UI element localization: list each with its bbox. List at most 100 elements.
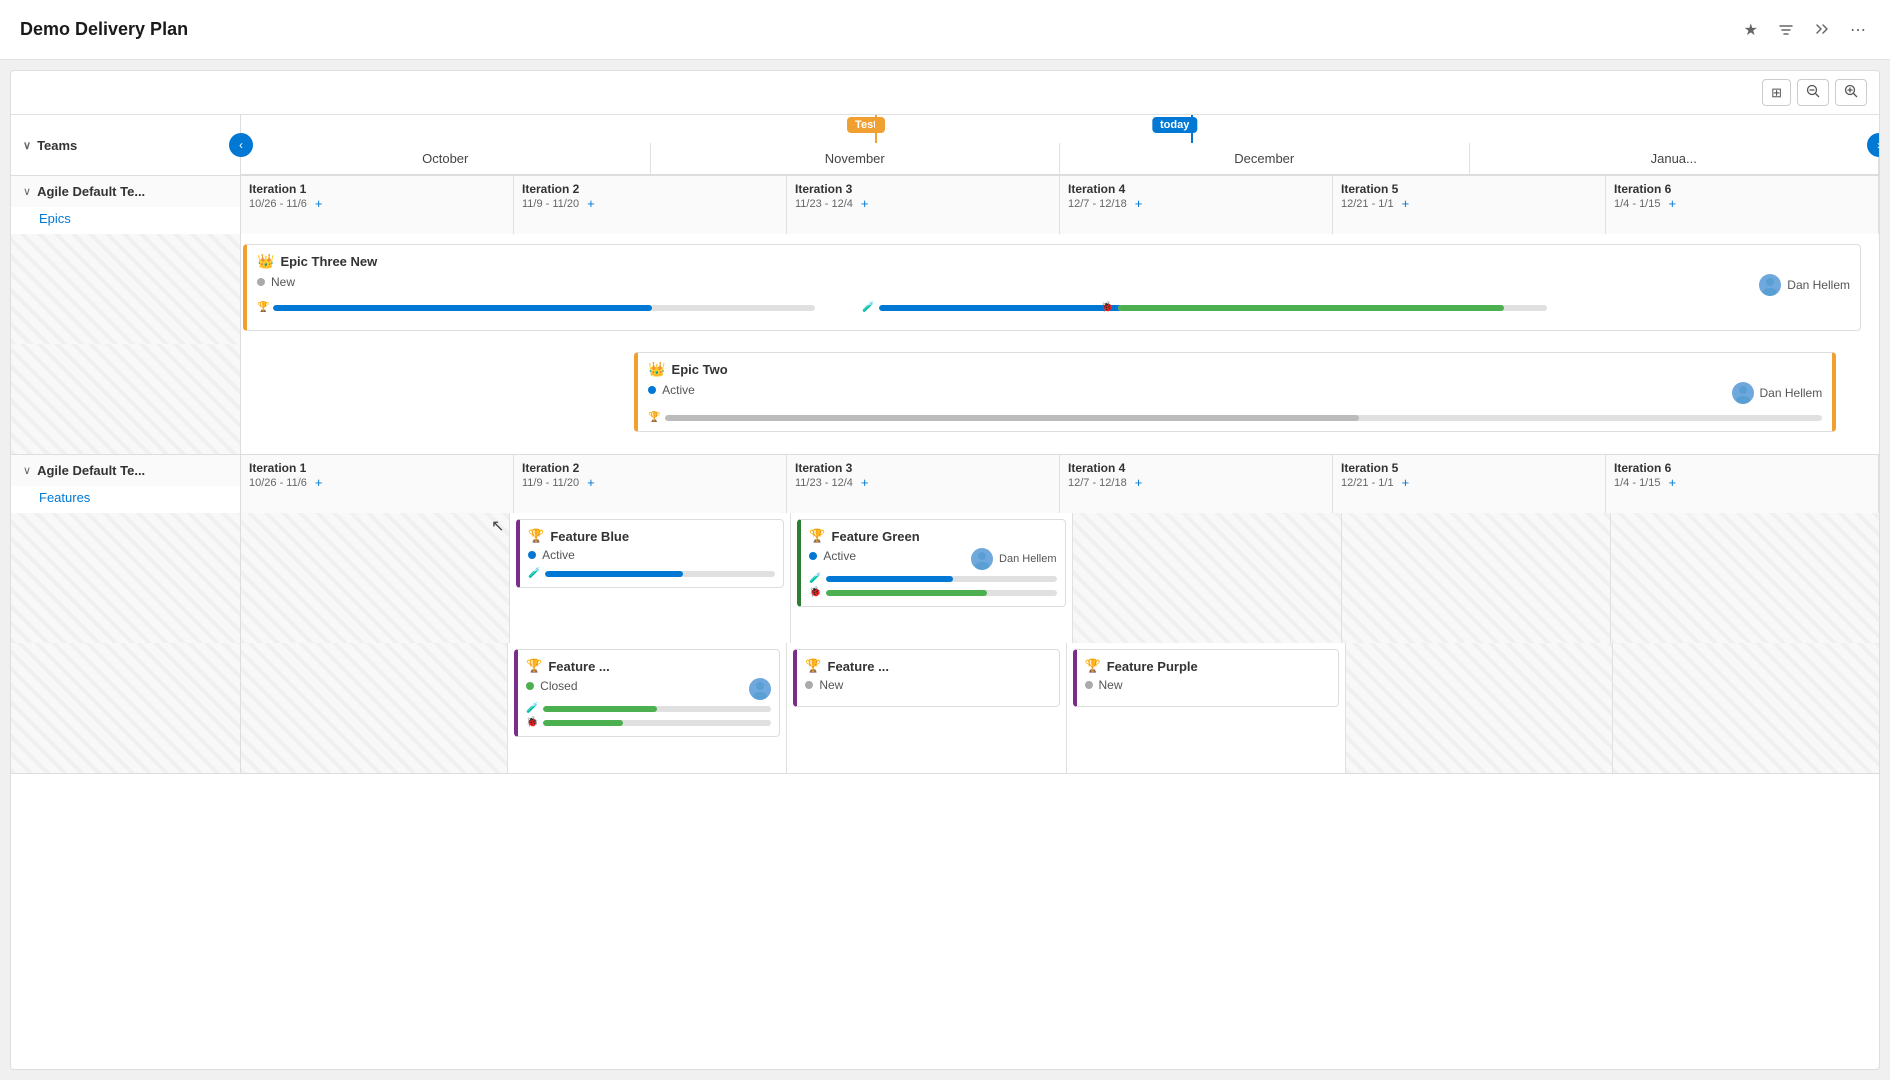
feature-purple-col: 🏆 Feature Purple New — [1067, 643, 1346, 773]
feat-purple-trophy: 🏆 — [1085, 658, 1101, 674]
epic3-title: Epic Three New — [280, 254, 377, 269]
main-content: ⊞ ∨ Teams ‹ — [0, 60, 1890, 1080]
team2-name: Agile Default Te... — [37, 463, 145, 478]
team1-iter3-add[interactable]: + — [861, 196, 869, 211]
team2-iter3-add[interactable]: + — [861, 475, 869, 490]
team1-chevron[interactable]: ∨ — [23, 185, 31, 198]
team1-iter5: Iteration 5 12/21 - 1/1 + — [1333, 176, 1606, 234]
star-button[interactable]: ★ — [1740, 16, 1762, 44]
team1-iter5-add[interactable]: + — [1402, 196, 1410, 211]
feat-green-bug: 🐞 — [809, 587, 821, 598]
feature-x1-col: 🏆 Feature ... Closed — [508, 643, 787, 773]
feat-green-bar2-row: 🐞 — [809, 587, 1056, 598]
zoom-out-button[interactable] — [1797, 79, 1829, 106]
team1-iter4: Iteration 4 12/7 - 12/18 + — [1060, 176, 1333, 234]
feature-blue-col: 🏆 Feature Blue Active 🧪 — [510, 513, 791, 643]
gantt-wrapper: ∨ Teams ‹ Test today — [11, 115, 1879, 1065]
feat-x1-beaker: 🧪 — [526, 703, 538, 714]
features-row2-label-col — [11, 643, 241, 773]
nav-prev-button[interactable]: ‹ — [229, 133, 253, 157]
teams-label: Teams — [37, 138, 77, 153]
month-december: December — [1060, 143, 1470, 174]
epic3-bar1-track — [273, 305, 814, 311]
feat-green-bar1-row: 🧪 — [809, 573, 1056, 584]
epic2-card[interactable]: 👑 Epic Two Active — [634, 352, 1836, 432]
page-title: Demo Delivery Plan — [20, 19, 188, 40]
epic2-row: 👑 Epic Two Active — [11, 344, 1879, 454]
team2-chevron[interactable]: ∨ — [23, 464, 31, 477]
toolbar: ⊞ — [11, 71, 1879, 115]
epic3-crown-icon: 👑 — [257, 253, 274, 270]
collapse-button[interactable] — [1810, 18, 1834, 42]
features-row2: 🏆 Feature ... Closed — [11, 643, 1879, 773]
team2-iter6-add[interactable]: + — [1668, 475, 1676, 490]
feat2-empty-col5 — [1613, 643, 1879, 773]
feature-x2-card[interactable]: 🏆 Feature ... New — [793, 649, 1059, 707]
team2-iter2-add[interactable]: + — [587, 475, 595, 490]
feat-x1-status: Closed — [540, 679, 577, 693]
feat-x1-title: Feature ... — [548, 659, 609, 674]
epic3-label-col — [11, 234, 241, 344]
month-january: Janua... — [1470, 143, 1880, 174]
feat-green-avatar — [971, 548, 993, 570]
epic3-row: 👑 Epic Three New New — [11, 234, 1879, 344]
feat-x1-bar1-fill — [543, 706, 657, 712]
team2-iter1: Iteration 1 10/26 - 11/6 + — [241, 455, 514, 513]
team1-iter1-add[interactable]: + — [315, 196, 323, 211]
team1-iter2-add[interactable]: + — [587, 196, 595, 211]
team1-type-link[interactable]: Epics — [11, 207, 240, 234]
feature-green-col: 🏆 Feature Green Active — [791, 513, 1072, 643]
feat-purple-title: Feature Purple — [1107, 659, 1198, 674]
feat-x1-trophy: 🏆 — [526, 658, 542, 674]
team2-type-link[interactable]: Features — [11, 486, 240, 513]
gantt-body[interactable]: ∨ Agile Default Te... Epics Iteration 1 … — [11, 176, 1879, 1065]
epic2-avatar — [1732, 382, 1754, 404]
feat-green-status: Active — [823, 549, 856, 563]
team2-iter3: Iteration 3 11/23 - 12/4 + — [787, 455, 1060, 513]
team2-iter1-add[interactable]: + — [315, 475, 323, 490]
feat-green-beaker: 🧪 — [809, 573, 821, 584]
epic3-bar1-fill — [273, 305, 652, 311]
team2-iter5: Iteration 5 12/21 - 1/1 + — [1333, 455, 1606, 513]
month-october: October — [241, 143, 651, 174]
team2-iter4-add[interactable]: + — [1135, 475, 1143, 490]
layout-button[interactable]: ⊞ — [1762, 79, 1791, 106]
feat2-empty-col4 — [1346, 643, 1613, 773]
feat-x1-bar1-row: 🧪 — [526, 703, 771, 714]
feature-x2-col: 🏆 Feature ... New — [787, 643, 1066, 773]
feat-green-bar1-fill — [826, 576, 953, 582]
team2-name-row: ∨ Agile Default Te... — [11, 455, 240, 486]
filter-button[interactable] — [1774, 18, 1798, 42]
feature-green-card[interactable]: 🏆 Feature Green Active — [797, 519, 1065, 607]
team1-iter4-add[interactable]: + — [1135, 196, 1143, 211]
feat-x1-bar2-track — [543, 720, 772, 726]
feat-blue-status: Active — [542, 548, 575, 562]
features-row1: 🏆 Feature Blue Active 🧪 — [11, 513, 1879, 643]
team2-iter5-add[interactable]: + — [1402, 475, 1410, 490]
zoom-in-button[interactable] — [1835, 79, 1867, 106]
feature-x1-card[interactable]: 🏆 Feature ... Closed — [514, 649, 780, 737]
feature-purple-card[interactable]: 🏆 Feature Purple New — [1073, 649, 1339, 707]
epic2-trophy-icon: 🏆 — [648, 412, 660, 423]
epic3-title-row: 👑 Epic Three New — [257, 253, 1850, 270]
feat-x1-bar2-row: 🐞 — [526, 717, 771, 728]
feat-x1-bug: 🐞 — [526, 717, 538, 728]
feat-x1-bar1-track — [543, 706, 772, 712]
teams-chevron[interactable]: ∨ — [23, 139, 31, 152]
team1-iter6-add[interactable]: + — [1668, 196, 1676, 211]
feat-x1-dot — [526, 682, 534, 690]
team1-name-row: ∨ Agile Default Te... — [11, 176, 240, 207]
epic3-status-dot — [257, 278, 265, 286]
feat-empty-col3 — [1073, 513, 1342, 643]
month-november: November — [651, 143, 1061, 174]
feature-blue-card[interactable]: 🏆 Feature Blue Active 🧪 — [516, 519, 784, 588]
team1-iter3: Iteration 3 11/23 - 12/4 + — [787, 176, 1060, 234]
epic3-card[interactable]: 👑 Epic Three New New — [243, 244, 1861, 331]
feat-blue-bar-icon: 🧪 — [528, 568, 540, 579]
more-button[interactable]: ⋯ — [1846, 16, 1870, 44]
epic2-bar-track — [665, 415, 1823, 421]
timeline-header: ∨ Teams ‹ Test today — [11, 115, 1879, 176]
beaker-icon: 🧪 — [862, 302, 874, 313]
feat-empty-col5 — [1611, 513, 1879, 643]
feat-green-dot — [809, 552, 817, 560]
